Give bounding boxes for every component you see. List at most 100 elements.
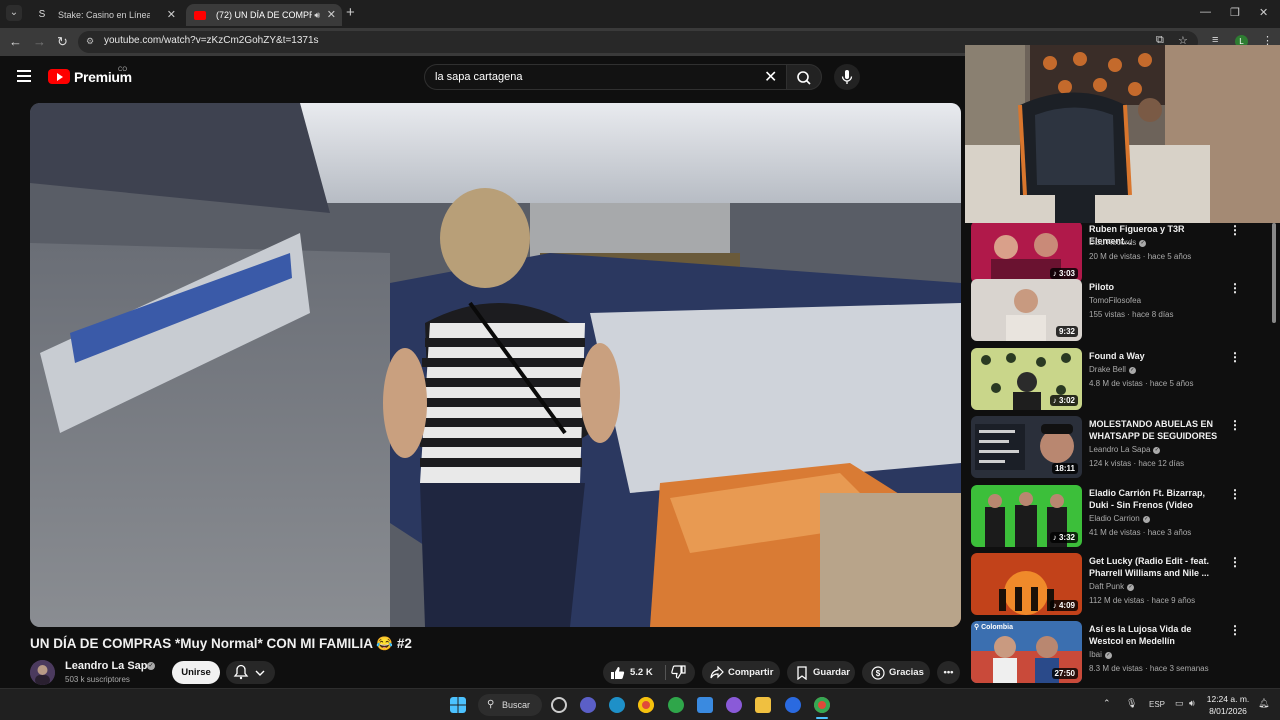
video-thumbnail[interactable]: 18:11 [971,416,1082,478]
list-item[interactable]: ♪ 4:09 Get Lucky (Radio Edit - feat. Pha… [971,553,1271,617]
verified-icon: ✓ [1128,367,1136,374]
youtube-logo-icon[interactable] [48,69,70,84]
more-vertical-icon[interactable]: ⋮ [1229,623,1241,637]
like-count[interactable]: 5.2 K [630,661,653,684]
xbox-app-icon[interactable] [668,697,684,713]
volume-icon[interactable]: 🔊︎ [1189,698,1195,709]
list-item[interactable]: 9:32 Piloto TomoFilosofea 155 vistas · h… [971,279,1271,343]
video-frame-supermarket [30,103,961,627]
notification-bell-button[interactable] [226,661,275,684]
taskbar-search[interactable]: ⚲ Buscar [478,694,542,716]
more-vertical-icon[interactable]: ⋮ [1229,487,1241,501]
share-icon [710,666,724,679]
clear-search-icon[interactable]: ✕ [764,67,777,87]
more-vertical-icon[interactable]: ⋮ [1229,350,1241,364]
network-icon[interactable]: ▭ [1175,698,1184,709]
tab-title: Stake: Casino en Línea y Apuest [58,10,150,20]
share-label: Compartir [728,667,774,678]
youtube-favicon-icon [194,11,206,20]
country-code: CO [118,67,127,73]
verified-icon: ✓ [1139,240,1147,247]
channel-name[interactable]: Leandro La Sapa [65,660,154,672]
search-input[interactable]: la sapa cartagena [424,64,786,90]
tab-search-button[interactable]: ⌄ [6,5,22,21]
more-vertical-icon[interactable]: ⋮ [1229,418,1241,432]
tab-youtube[interactable]: (72) UN DÍA DE COMPRAS * 🔊︎ ✕ [186,4,342,26]
rec-channel: TomoFilosofea [1089,296,1142,305]
minimize-icon[interactable]: — [1200,6,1211,18]
microphone-tray-icon[interactable]: 🎙︎ [1126,698,1137,709]
video-thumbnail[interactable]: 9:32 [971,279,1082,341]
rec-meta: 112 M de vistas · hace 9 años [1089,596,1196,605]
forward-icon[interactable]: → [33,34,46,49]
video-thumbnail[interactable]: ♪ 3:02 [971,348,1082,410]
video-title: UN DÍA DE COMPRAS *Muy Normal* CON MI FA… [30,636,412,651]
video-duration: 27:50 [1051,668,1078,679]
chrome-app-icon[interactable] [638,697,654,713]
restore-icon[interactable]: ❐ [1230,6,1240,19]
browser-tab-strip: ⌄ S Stake: Casino en Línea y Apuest ✕ (7… [0,0,1280,28]
avatar-image [30,660,55,685]
language-indicator[interactable]: ESP [1149,700,1165,709]
new-tab-button[interactable]: + [346,5,355,21]
tab-stake[interactable]: S Stake: Casino en Línea y Apuest ✕ [28,4,182,26]
notifications-icon[interactable]: 🔔︎ [1258,698,1269,709]
thanks-button[interactable]: $ Gracias [862,661,930,684]
menu-icon[interactable] [17,70,31,85]
channel-avatar[interactable] [30,660,55,685]
more-vertical-icon[interactable]: ⋮ [1229,223,1241,237]
list-item[interactable]: ♪ 3:02 Found a Way Drake Bell ✓ 4.8 M de … [971,348,1271,412]
discord-app-icon[interactable] [580,697,596,713]
thumbs-up-icon[interactable] [609,665,625,680]
chrome-active-app-icon[interactable] [814,697,830,713]
video-thumbnail[interactable]: ♪ 4:09 [971,553,1082,615]
rec-channel: Daft Punk ✓ [1089,582,1135,591]
video-player[interactable] [30,103,961,627]
chevron-up-icon[interactable]: ⌃ [1103,698,1111,709]
video-duration: ♪ 3:02 [1049,395,1078,406]
verified-icon: ✓ [1104,652,1112,659]
site-info-icon[interactable]: ⚙ [86,36,98,48]
thumbs-down-icon[interactable] [671,665,687,680]
more-vertical-icon[interactable]: ⋮ [1229,555,1241,569]
list-item[interactable]: ♪ 3:32 Eladio Carrión Ft. Bizarrap, Duki… [971,485,1271,549]
rec-title: Found a Way [1089,351,1145,361]
verified-icon: ✓ [1127,584,1135,591]
video-thumbnail[interactable]: ♪ 3:03 [971,223,1082,283]
search-icon: ⚲ [487,699,495,710]
reload-icon[interactable]: ↻ [57,34,68,50]
list-item[interactable]: ♪ 3:03 Ruben Figueroa y T3R Element... D… [971,223,1271,285]
save-button[interactable]: Guardar [787,661,855,684]
scrollbar-thumb[interactable] [1272,223,1276,323]
video-thumbnail[interactable]: ♪ 3:32 [971,485,1082,547]
rec-meta: 20 M de vistas · hace 5 años [1089,252,1192,261]
windows-start-icon[interactable] [450,697,466,713]
clock-date[interactable]: 8/01/2026 [1206,706,1250,716]
copilot-app-icon[interactable] [726,697,742,713]
speaker-icon[interactable]: 🔊︎ [314,4,320,26]
clock-time[interactable]: 12:24 a. m. [1206,694,1250,704]
list-item[interactable]: 18:11 MOLESTANDO ABUELAS EN WHATSAPP DE … [971,416,1271,480]
voice-search-button[interactable] [834,64,860,90]
rec-meta: 124 k vistas · hace 12 días [1089,459,1185,468]
file-explorer-icon[interactable] [755,697,771,713]
video-thumbnail[interactable]: ⚲ Colombia 27:50 [971,621,1082,683]
edge-app-icon[interactable] [609,697,625,713]
photos-app-icon[interactable] [697,697,713,713]
back-icon[interactable]: ← [9,34,22,49]
vscode-app-icon[interactable] [785,697,801,713]
close-icon[interactable]: ✕ [327,4,336,26]
close-icon[interactable]: ✕ [167,4,176,26]
join-button[interactable]: Unirse [172,661,220,684]
more-vertical-icon[interactable]: ⋮ [1229,281,1241,295]
list-item[interactable]: ⚲ Colombia 27:50 Así es la Lujosa Vida d… [971,621,1271,685]
github-app-icon[interactable] [551,697,567,713]
more-actions-button[interactable]: ••• [937,661,960,684]
rec-channel: Eladio Carrion ✓ [1089,514,1150,523]
search-button[interactable] [786,64,822,90]
rec-title: Eladio Carrión Ft. Bizarrap, Duki - Sin … [1089,488,1206,510]
search-query: la sapa cartagena [435,71,523,83]
share-button[interactable]: Compartir [702,661,780,684]
rec-title: Piloto [1089,282,1114,292]
close-window-icon[interactable]: ✕ [1259,6,1268,19]
